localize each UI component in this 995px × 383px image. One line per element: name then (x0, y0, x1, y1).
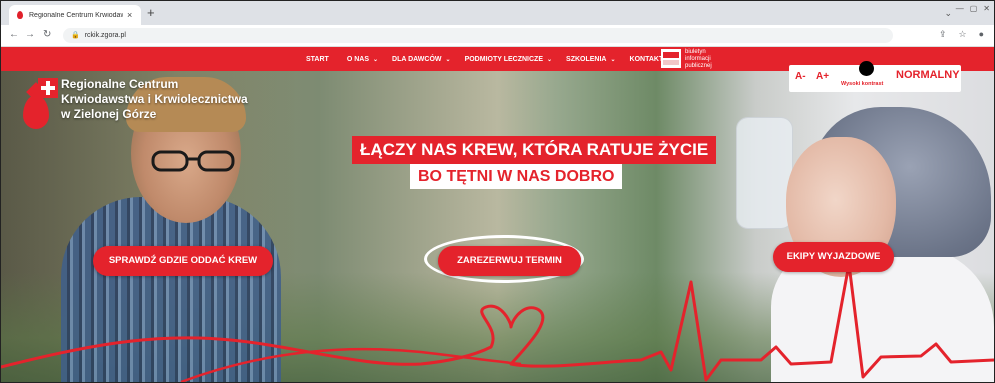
nav-item-szkolenia[interactable]: SZKOLENIA ⌄ (566, 56, 615, 63)
address-bar-row: ← → ↻ 🔒 rckik.zgora.pl ⇪ ☆ ● (1, 25, 994, 47)
tab-search-chevron-icon[interactable]: ⌄ (944, 8, 952, 19)
chevron-down-icon: ⌄ (445, 56, 451, 63)
hero-subheadline: BO TĘTNI W NAS DOBRO (410, 164, 623, 189)
medical-cross-icon (41, 81, 55, 95)
logo-text: Regionalne Centrum Krwiodawstwa i Krwiol… (61, 77, 248, 121)
bip-label: biuletyn informacji publicznej (685, 49, 712, 69)
bip-link[interactable]: biuletyn informacji publicznej (661, 49, 712, 70)
close-window-icon[interactable]: ✕ (983, 4, 990, 13)
blood-drop-logo-icon (23, 95, 49, 129)
share-icon[interactable]: ⇪ (939, 29, 947, 40)
url-field[interactable]: 🔒 rckik.zgora.pl (63, 28, 893, 43)
chevron-down-icon: ⌄ (372, 56, 379, 63)
bookmark-star-icon[interactable]: ☆ (958, 29, 966, 40)
menu-bar: START O NAS ⌄ DLA DAWCÓW ⌄ PODMIOTY LECZNI… (306, 47, 681, 71)
reload-icon[interactable]: ↻ (43, 29, 51, 40)
toolbar-icons: ⇪ ☆ ● (939, 29, 984, 40)
lock-icon: 🔒 (71, 32, 80, 39)
nav-item-start[interactable]: START (306, 56, 333, 63)
nav-item-podmioty-lecznicze[interactable]: PODMIOTY LECZNICZE ⌄ (465, 56, 552, 63)
browser-tab[interactable]: Regionalne Centrum Krwiodawstwa × (9, 5, 141, 25)
back-icon[interactable]: ← (9, 29, 19, 40)
hero-headline: ŁĄCZY NAS KREW, KTÓRA RATUJE ŻYCIE (352, 136, 717, 164)
new-tab-button[interactable]: + (147, 5, 155, 20)
tab-title: Regionalne Centrum Krwiodawstwa (29, 11, 123, 19)
maximize-icon[interactable]: ▢ (970, 4, 978, 13)
chevron-down-icon: ⌄ (547, 56, 553, 63)
iv-bag-image (736, 117, 793, 229)
tab-close-icon[interactable]: × (127, 10, 132, 20)
nav-item-dla-dawcow[interactable]: DLA DAWCÓW ⌄ (392, 56, 451, 63)
decrease-font-button[interactable]: A- (795, 71, 806, 82)
minimize-icon[interactable]: — (956, 4, 964, 13)
blood-drop-favicon-icon (16, 11, 24, 19)
chevron-down-icon: ⌄ (610, 56, 616, 63)
profile-icon[interactable]: ● (979, 29, 984, 40)
find-donation-point-button[interactable]: SPRAWDŹ GDZIE ODDAĆ KREW (93, 246, 273, 276)
window-controls: — ▢ ✕ (956, 4, 990, 13)
high-contrast-label[interactable]: Wysoki kontrast (841, 81, 883, 87)
increase-font-button[interactable]: A+ (816, 71, 829, 82)
accessibility-panel: A- A+ Wysoki kontrast NORMALNY (789, 61, 961, 92)
high-contrast-toggle-icon[interactable] (859, 61, 874, 76)
website-page: START O NAS ⌄ DLA DAWCÓW ⌄ PODMIOTY LECZNI… (1, 47, 994, 382)
normal-contrast-button[interactable]: NORMALNY (896, 69, 960, 81)
tab-strip: Regionalne Centrum Krwiodawstwa × + ⌄ — … (1, 1, 994, 25)
site-logo[interactable]: Regionalne Centrum Krwiodawstwa i Krwiol… (23, 75, 323, 155)
mobile-teams-button[interactable]: EKIPY WYJAZDOWE (773, 242, 894, 272)
forward-icon[interactable]: → (25, 29, 35, 40)
browser-window: Regionalne Centrum Krwiodawstwa × + ⌄ — … (0, 0, 995, 383)
book-appointment-button[interactable]: ZAREZERWUJ TERMIN (438, 246, 581, 276)
bip-logo-icon (661, 49, 681, 68)
url-text: rckik.zgora.pl (84, 32, 126, 39)
nav-item-o-nas[interactable]: O NAS ⌄ (347, 56, 378, 63)
